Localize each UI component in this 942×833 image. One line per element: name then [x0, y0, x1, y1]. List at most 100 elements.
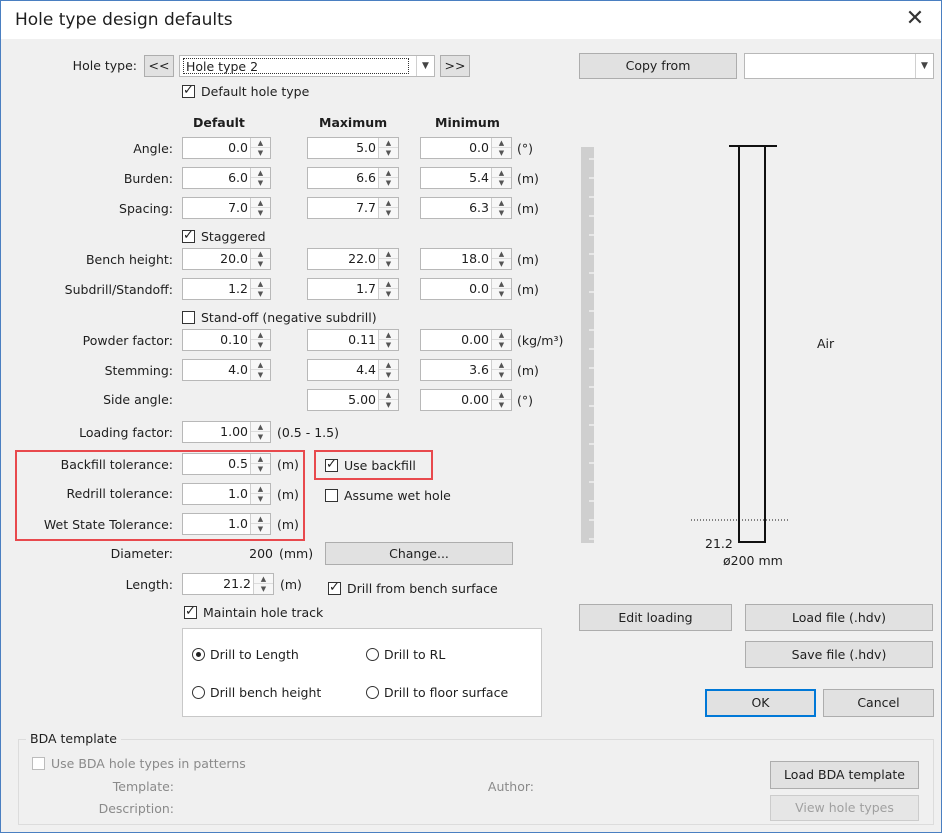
- spin-up-icon[interactable]: ▲: [254, 574, 273, 584]
- powder-factor-maximum-spinner[interactable]: 0.11 ▲ ▼: [307, 329, 399, 351]
- angle-maximum-spinner[interactable]: 5.0 ▲ ▼: [307, 137, 399, 159]
- close-icon[interactable]: ✕: [901, 6, 929, 34]
- spin-down-icon[interactable]: ▼: [379, 370, 398, 380]
- length-spinner[interactable]: 21.2 ▲ ▼: [182, 573, 274, 595]
- spin-down-icon[interactable]: ▼: [492, 400, 511, 410]
- spin-up-icon[interactable]: ▲: [251, 454, 270, 464]
- spin-down-icon[interactable]: ▼: [492, 178, 511, 188]
- spin-up-icon[interactable]: ▲: [379, 198, 398, 208]
- spin-up-icon[interactable]: ▲: [251, 279, 270, 289]
- spin-down-icon[interactable]: ▼: [251, 178, 270, 188]
- prev-hole-type-button[interactable]: <<: [144, 55, 174, 77]
- spin-down-icon[interactable]: ▼: [379, 259, 398, 269]
- spin-down-icon[interactable]: ▼: [251, 208, 270, 218]
- chevron-down-icon[interactable]: ▼: [416, 56, 434, 76]
- spin-up-icon[interactable]: ▲: [251, 330, 270, 340]
- spin-up-icon[interactable]: ▲: [379, 168, 398, 178]
- spin-down-icon[interactable]: ▼: [492, 370, 511, 380]
- spin-down-icon[interactable]: ▼: [492, 148, 511, 158]
- backfill-tolerance-spinner[interactable]: 0.5 ▲ ▼: [182, 453, 271, 475]
- spin-up-icon[interactable]: ▲: [379, 330, 398, 340]
- spin-down-icon[interactable]: ▼: [251, 340, 270, 350]
- spin-down-icon[interactable]: ▼: [492, 208, 511, 218]
- angle-default-spinner[interactable]: 0.0 ▲ ▼: [182, 137, 271, 159]
- spin-down-icon[interactable]: ▼: [251, 524, 270, 534]
- redrill-tolerance-spinner[interactable]: 1.0 ▲ ▼: [182, 483, 271, 505]
- cancel-button[interactable]: Cancel: [823, 689, 934, 717]
- spin-up-icon[interactable]: ▲: [379, 390, 398, 400]
- save-file-button[interactable]: Save file (.hdv): [745, 641, 933, 668]
- spin-up-icon[interactable]: ▲: [492, 390, 511, 400]
- angle-minimum-spinner[interactable]: 0.0 ▲ ▼: [420, 137, 512, 159]
- spacing-default-spinner[interactable]: 7.0 ▲ ▼: [182, 197, 271, 219]
- spin-up-icon[interactable]: ▲: [492, 198, 511, 208]
- stemming-default-spinner[interactable]: 4.0 ▲ ▼: [182, 359, 271, 381]
- stemming-minimum-spinner[interactable]: 3.6 ▲ ▼: [420, 359, 512, 381]
- spin-down-icon[interactable]: ▼: [251, 370, 270, 380]
- spin-down-icon[interactable]: ▼: [492, 259, 511, 269]
- side-angle-maximum-spinner[interactable]: 5.00 ▲ ▼: [307, 389, 399, 411]
- load-file-button[interactable]: Load file (.hdv): [745, 604, 933, 631]
- spin-down-icon[interactable]: ▼: [379, 208, 398, 218]
- spin-down-icon[interactable]: ▼: [251, 289, 270, 299]
- drill-from-bench-checkbox[interactable]: [328, 580, 341, 595]
- drill-to-length-radio[interactable]: [192, 648, 205, 661]
- spin-up-icon[interactable]: ▲: [492, 360, 511, 370]
- view-hole-types-button[interactable]: View hole types: [770, 795, 919, 821]
- spin-down-icon[interactable]: ▼: [379, 148, 398, 158]
- copy-from-select[interactable]: ▼: [744, 53, 934, 79]
- stemming-maximum-spinner[interactable]: 4.4 ▲ ▼: [307, 359, 399, 381]
- standoff-checkbox[interactable]: [182, 311, 195, 324]
- spin-down-icon[interactable]: ▼: [492, 289, 511, 299]
- spin-down-icon[interactable]: ▼: [251, 432, 270, 442]
- spin-down-icon[interactable]: ▼: [251, 259, 270, 269]
- wet-state-tolerance-spinner[interactable]: 1.0 ▲ ▼: [182, 513, 271, 535]
- use-backfill-checkbox[interactable]: [325, 457, 338, 472]
- spacing-minimum-spinner[interactable]: 6.3 ▲ ▼: [420, 197, 512, 219]
- spin-up-icon[interactable]: ▲: [492, 168, 511, 178]
- spin-up-icon[interactable]: ▲: [379, 138, 398, 148]
- spin-up-icon[interactable]: ▲: [251, 514, 270, 524]
- spacing-maximum-spinner[interactable]: 7.7 ▲ ▼: [307, 197, 399, 219]
- spin-up-icon[interactable]: ▲: [251, 198, 270, 208]
- edit-loading-button[interactable]: Edit loading: [579, 604, 732, 631]
- next-hole-type-button[interactable]: >>: [440, 55, 470, 77]
- spin-up-icon[interactable]: ▲: [492, 138, 511, 148]
- use-bda-checkbox[interactable]: [32, 757, 45, 770]
- spin-up-icon[interactable]: ▲: [251, 360, 270, 370]
- burden-maximum-spinner[interactable]: 6.6 ▲ ▼: [307, 167, 399, 189]
- spin-up-icon[interactable]: ▲: [379, 249, 398, 259]
- bench-height-default-spinner[interactable]: 20.0 ▲ ▼: [182, 248, 271, 270]
- spin-up-icon[interactable]: ▲: [379, 279, 398, 289]
- subdrill-default-spinner[interactable]: 1.2 ▲ ▼: [182, 278, 271, 300]
- maintain-hole-track-checkbox[interactable]: [184, 604, 197, 619]
- bench-height-minimum-spinner[interactable]: 18.0 ▲ ▼: [420, 248, 512, 270]
- powder-factor-default-spinner[interactable]: 0.10 ▲ ▼: [182, 329, 271, 351]
- chevron-down-icon[interactable]: ▼: [915, 54, 933, 78]
- spin-up-icon[interactable]: ▲: [492, 279, 511, 289]
- drill-to-rl-radio[interactable]: [366, 648, 379, 661]
- staggered-checkbox[interactable]: [182, 228, 195, 243]
- spin-down-icon[interactable]: ▼: [251, 494, 270, 504]
- spin-down-icon[interactable]: ▼: [251, 148, 270, 158]
- spin-down-icon[interactable]: ▼: [254, 584, 273, 594]
- spin-up-icon[interactable]: ▲: [251, 484, 270, 494]
- spin-up-icon[interactable]: ▲: [379, 360, 398, 370]
- ok-button[interactable]: OK: [705, 689, 816, 717]
- powder-factor-minimum-spinner[interactable]: 0.00 ▲ ▼: [420, 329, 512, 351]
- spin-up-icon[interactable]: ▲: [492, 249, 511, 259]
- subdrill-maximum-spinner[interactable]: 1.7 ▲ ▼: [307, 278, 399, 300]
- spin-down-icon[interactable]: ▼: [379, 340, 398, 350]
- spin-down-icon[interactable]: ▼: [379, 178, 398, 188]
- spin-up-icon[interactable]: ▲: [492, 330, 511, 340]
- copy-from-button[interactable]: Copy from: [579, 53, 737, 79]
- drill-bench-height-radio[interactable]: [192, 686, 205, 699]
- side-angle-minimum-spinner[interactable]: 0.00 ▲ ▼: [420, 389, 512, 411]
- spin-up-icon[interactable]: ▲: [251, 138, 270, 148]
- spin-down-icon[interactable]: ▼: [492, 340, 511, 350]
- burden-minimum-spinner[interactable]: 5.4 ▲ ▼: [420, 167, 512, 189]
- assume-wet-hole-checkbox[interactable]: [325, 489, 338, 502]
- load-bda-template-button[interactable]: Load BDA template: [770, 761, 919, 789]
- spin-up-icon[interactable]: ▲: [251, 168, 270, 178]
- burden-default-spinner[interactable]: 6.0 ▲ ▼: [182, 167, 271, 189]
